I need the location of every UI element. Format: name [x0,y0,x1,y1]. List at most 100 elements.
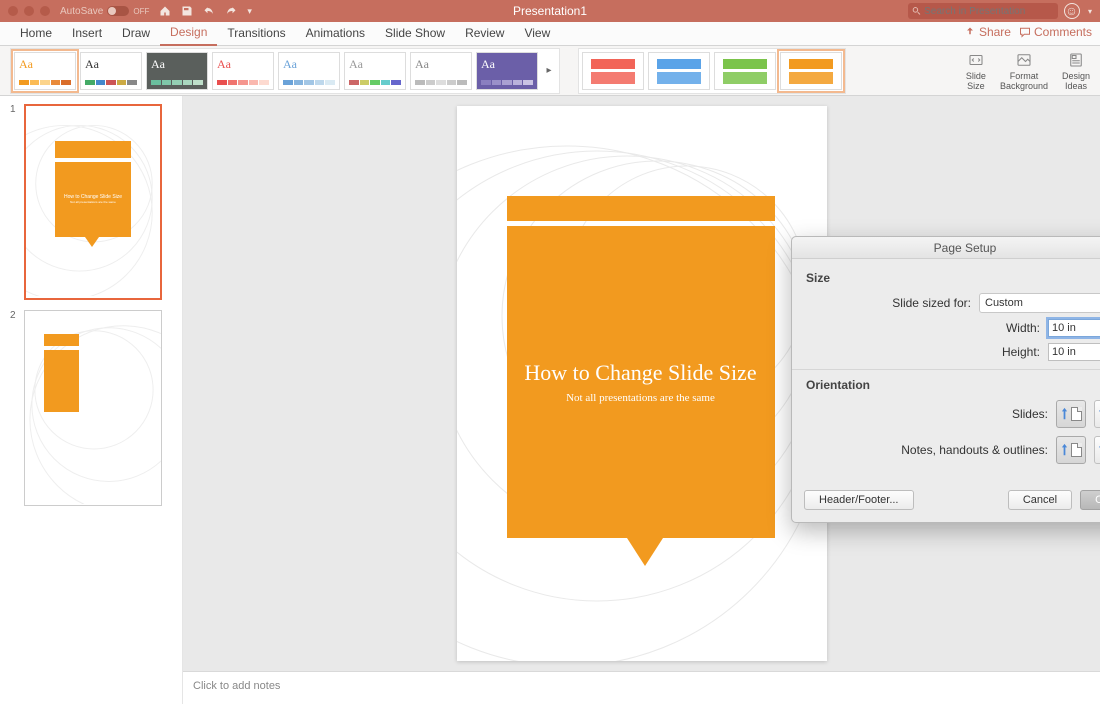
height-input[interactable]: 10 in [1048,343,1100,361]
window-controls[interactable] [0,6,50,16]
share-icon [964,26,976,38]
ribbon-tabs: Home Insert Draw Design Transitions Anim… [0,22,1100,46]
theme-thumb[interactable]: Aa [212,52,274,90]
close-icon[interactable] [8,6,18,16]
header-footer-button[interactable]: Header/Footer... [804,490,914,510]
slide-thumbnail[interactable]: How to Change Slide SizeNot all presenta… [24,104,162,300]
zoom-icon[interactable] [40,6,50,16]
tab-insert[interactable]: Insert [62,22,112,45]
arrow-up-icon [1097,443,1100,457]
variant-thumb[interactable] [714,52,776,90]
quick-access-toolbar: ▾ [159,5,252,17]
autosave-label: AutoSave [60,6,103,17]
slide-title-box[interactable]: How to Change Slide Size Not all present… [507,226,775,538]
variant-thumb[interactable] [780,52,842,90]
themes-gallery[interactable]: Aa Aa Aa Aa Aa Aa Aa Aa ▸ [10,48,560,94]
format-bg-icon [1015,51,1033,69]
slide-subtitle[interactable]: Not all presentations are the same [566,392,715,404]
orientation-section-label: Orientation [806,378,1100,392]
notes-pane[interactable]: Click to add notes [183,671,1100,704]
notes-portrait-button[interactable] [1056,436,1086,464]
slide-canvas[interactable]: How to Change Slide Size Not all present… [183,96,1100,671]
slide-size-label: Slide Size [966,71,986,91]
page-portrait-icon [1071,407,1082,421]
dialog-title: Page Setup [792,237,1100,259]
theme-thumb[interactable]: Aa [80,52,142,90]
tab-draw[interactable]: Draw [112,22,160,45]
arrow-up-icon [1097,407,1100,421]
search-input-wrapper[interactable] [908,3,1058,19]
account-chevron-icon[interactable]: ▾ [1088,7,1092,16]
height-label: Height: [1002,345,1040,359]
slides-orientation-label: Slides: [1012,407,1048,421]
document-title: Presentation1 [513,4,587,18]
slide[interactable]: How to Change Slide Size Not all present… [457,106,827,661]
tab-transitions[interactable]: Transitions [217,22,295,45]
width-label: Width: [1006,321,1040,335]
ok-button[interactable]: OK [1080,490,1100,510]
speech-tail-icon [627,538,663,566]
theme-thumb[interactable]: Aa [410,52,472,90]
comments-label: Comments [1034,25,1092,39]
home-icon[interactable] [159,5,171,17]
undo-icon[interactable] [203,5,215,17]
themes-more-icon[interactable]: ▸ [542,65,556,76]
autosave-switch[interactable] [107,6,129,16]
slide-thumbnails-panel[interactable]: 1 How to Change Slide SizeNot all presen… [0,96,183,704]
theme-thumb[interactable]: Aa [14,52,76,90]
cancel-button[interactable]: Cancel [1008,490,1072,510]
canvas-wrapper: How to Change Slide Size Not all present… [183,96,1100,704]
tab-view[interactable]: View [514,22,560,45]
share-button[interactable]: Share [964,25,1011,39]
page-portrait-icon [1071,443,1082,457]
theme-thumb[interactable]: Aa [278,52,340,90]
tab-slideshow[interactable]: Slide Show [375,22,455,45]
sized-for-value: Custom [985,297,1023,309]
notes-landscape-button[interactable] [1094,436,1100,464]
design-ideas-icon [1067,51,1085,69]
design-ideas-button[interactable]: Design Ideas [1062,51,1090,91]
comments-button[interactable]: Comments [1019,25,1092,39]
variant-thumb[interactable] [648,52,710,90]
notes-orientation-label: Notes, handouts & outlines: [901,443,1048,457]
tab-design[interactable]: Design [160,21,217,46]
tab-home[interactable]: Home [10,22,62,45]
tab-animations[interactable]: Animations [296,22,375,45]
tab-review[interactable]: Review [455,22,514,45]
account-button[interactable] [1064,3,1080,19]
smiley-icon [1067,7,1076,16]
variant-thumb[interactable] [582,52,644,90]
search-input[interactable] [924,6,1054,17]
width-input[interactable]: 10 in [1048,319,1100,337]
titlebar: AutoSave OFF ▾ Presentation1 ▾ [0,0,1100,22]
slides-portrait-button[interactable] [1056,400,1086,428]
sized-for-label: Slide sized for: [892,296,971,310]
slide-thumbnail[interactable] [24,310,162,506]
design-tools: Slide Size Format Background Design Idea… [966,51,1090,91]
slides-landscape-button[interactable] [1094,400,1100,428]
slide-size-button[interactable]: Slide Size [966,51,986,91]
format-background-button[interactable]: Format Background [1000,51,1048,91]
redo-icon[interactable] [225,5,237,17]
share-label: Share [979,25,1011,39]
arrow-up-icon [1060,407,1069,421]
theme-thumb[interactable]: Aa [146,52,208,90]
autosave-toggle[interactable]: AutoSave OFF [60,6,149,17]
minimize-icon[interactable] [24,6,34,16]
theme-thumb[interactable]: Aa [476,52,538,90]
slide-header-bar [507,196,775,221]
page-setup-dialog: Page Setup Size Slide sized for: Custom … [791,236,1100,523]
comment-icon [1019,26,1031,38]
save-icon[interactable] [181,5,193,17]
theme-thumb[interactable]: Aa [344,52,406,90]
design-ideas-label: Design Ideas [1062,71,1090,91]
main-area: 1 How to Change Slide SizeNot all presen… [0,96,1100,704]
variants-gallery[interactable] [578,48,846,94]
slide-title[interactable]: How to Change Slide Size [524,360,756,386]
sized-for-select[interactable]: Custom ⌄ [979,293,1100,313]
search-icon [912,6,921,16]
slide-size-icon [967,51,985,69]
qat-customize-icon[interactable]: ▾ [247,6,252,17]
size-section-label: Size [806,271,1100,285]
thumb-number: 1 [10,104,18,300]
